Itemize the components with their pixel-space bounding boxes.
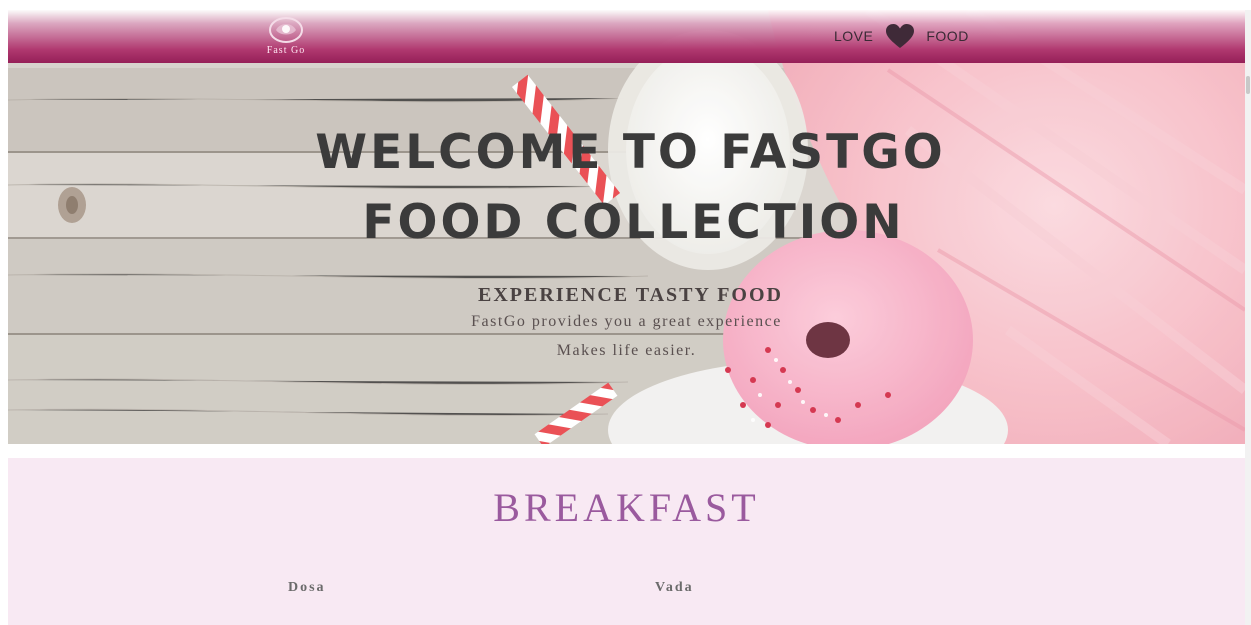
hero-subtitle-block: EXPERIENCE TASTY FOOD FastGo provides yo… — [8, 284, 1245, 360]
brand-logo[interactable]: Fast Go — [254, 14, 318, 62]
hero-title-line-1: WELCOME TO FASTGO — [315, 125, 946, 180]
section-divider — [8, 444, 1245, 458]
logo-icon — [269, 17, 303, 43]
scrollbar-thumb[interactable] — [1246, 76, 1250, 94]
menu-item-dosa[interactable]: Dosa — [288, 580, 326, 596]
viewport: Fast Go LOVE FOOD WELCOME TO FASTGO FOOD… — [8, 10, 1245, 625]
hero-description: FastGo provides you a great experience — [471, 313, 782, 330]
breakfast-section: BREAKFAST Dosa Vada — [8, 458, 1245, 625]
page: Fast Go LOVE FOOD WELCOME TO FASTGO FOOD… — [0, 0, 1251, 625]
love-food-tagline: LOVE FOOD — [834, 24, 969, 48]
top-navbar: Fast Go LOVE FOOD — [8, 10, 1245, 63]
love-label: LOVE — [834, 28, 874, 44]
menu-item-vada[interactable]: Vada — [655, 580, 694, 596]
heart-icon — [886, 24, 915, 48]
hero-title: WELCOME TO FASTGO FOOD COLLECTION — [8, 118, 1245, 258]
breakfast-title: BREAKFAST — [493, 485, 760, 530]
hero-kicker: EXPERIENCE TASTY FOOD — [477, 284, 783, 306]
hero-banner: Fast Go LOVE FOOD WELCOME TO FASTGO FOOD… — [8, 10, 1245, 444]
logo-text: Fast Go — [266, 45, 306, 56]
page-scrollbar[interactable] — [1245, 10, 1251, 625]
food-label: FOOD — [926, 28, 969, 44]
hero-title-line-2: FOOD COLLECTION — [362, 195, 905, 250]
hero-description-2: Makes life easier. — [556, 342, 697, 359]
